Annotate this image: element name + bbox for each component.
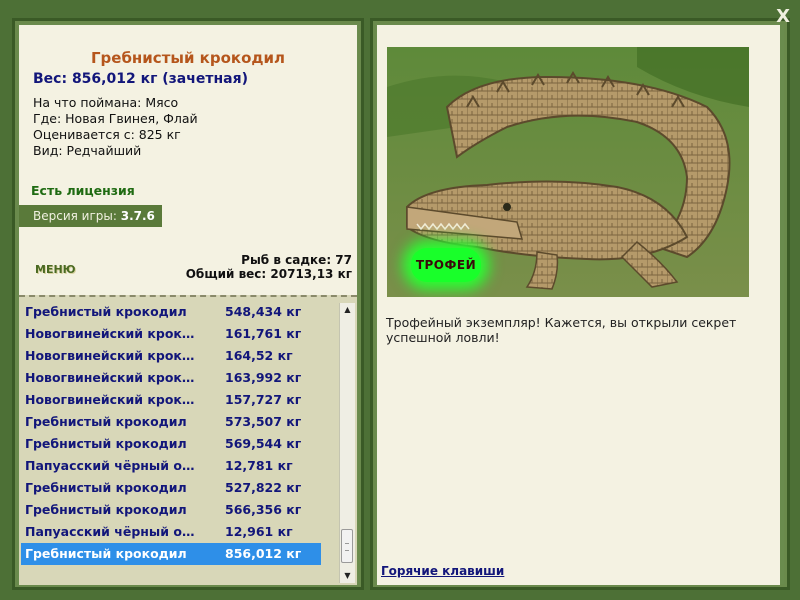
catch-list-item[interactable]: Гребнистый крокодил 569,544 кг [21,433,321,455]
fish-rarity: Вид: Редчайший [33,143,142,158]
keep-net-count: Рыб в садке: 77 [241,253,352,267]
catch-list-item[interactable]: Папуасский чёрный окунь 12,781 кг [21,455,321,477]
catch-list-item[interactable]: Гребнистый крокодил 527,822 кг [21,477,321,499]
catch-list-item[interactable]: Гребнистый крокодил 573,507 кг [21,411,321,433]
catch-item-weight: 548,434 кг [225,304,302,319]
catch-list-item[interactable]: Гребнистый крокодил 856,012 кг [21,543,321,565]
menu-button[interactable]: МЕНЮ [35,263,76,276]
catch-item-weight: 569,544 кг [225,436,302,451]
catch-item-name: Гребнистый крокодил [25,502,187,517]
game-version-value: 3.7.6 [120,209,155,223]
scroll-up-icon[interactable]: ▲ [340,303,355,317]
catch-item-name: Новогвинейский крокодил [25,392,197,407]
catch-item-weight: 573,507 кг [225,414,302,429]
catch-list-item[interactable]: Новогвинейский крокодил 164,52 кг [21,345,321,367]
catch-item-name: Гребнистый крокодил [25,480,187,495]
catch-item-weight: 12,781 кг [225,458,293,473]
fish-bait: На что поймана: Мясо [33,95,179,110]
catch-list-item[interactable]: Новогвинейский крокодил 163,992 кг [21,367,321,389]
catch-item-weight: 856,012 кг [225,546,302,561]
catch-item-name: Гребнистый крокодил [25,414,187,429]
keep-net-total-weight: Общий вес: 20713,13 кг [185,267,352,281]
catch-item-weight: 164,52 кг [225,348,293,363]
catch-item-name: Гребнистый крокодил [25,546,187,561]
trophy-panel: ТРОФЕЙ Трофейный экземпляр! Кажется, вы … [377,25,780,585]
fish-weight: Вес: 856,012 кг (зачетная) [33,71,248,87]
catch-item-name: Новогвинейский крокодил [25,348,197,363]
catch-item-name: Новогвинейский крокодил [25,370,197,385]
game-version: Версия игры: 3.7.6 [19,205,162,227]
catch-item-name: Гребнистый крокодил [25,436,187,451]
close-button[interactable]: X [776,6,790,27]
catch-item-weight: 163,992 кг [225,370,302,385]
catch-item-weight: 161,761 кг [225,326,302,341]
catch-list-item[interactable]: Новогвинейский крокодил 161,761 кг [21,323,321,345]
catch-list-item[interactable]: Гребнистый крокодил 548,434 кг [21,301,321,323]
scroll-down-icon[interactable]: ▼ [340,569,355,583]
trophy-badge: ТРОФЕЙ [411,248,481,282]
catch-item-name: Папуасский чёрный окунь [25,458,197,473]
catch-item-weight: 527,822 кг [225,480,302,495]
fish-info-panel: Гребнистый крокодил Вес: 856,012 кг (зач… [19,25,357,295]
catch-item-name: Новогвинейский крокодил [25,326,197,341]
game-version-label: Версия игры: [33,209,117,223]
license-status: Есть лицензия [31,183,135,198]
catch-list-item[interactable]: Новогвинейский крокодил 157,727 кг [21,389,321,411]
catch-item-weight: 12,961 кг [225,524,293,539]
fish-location: Где: Новая Гвинея, Флай [33,111,198,126]
catch-item-name: Папуасский чёрный окунь [25,524,197,539]
crocodile-photo: ТРОФЕЙ [387,47,749,297]
catch-item-weight: 566,356 кг [225,502,302,517]
catch-item-weight: 157,727 кг [225,392,302,407]
catch-list-panel: Гребнистый крокодил 548,434 кг Новогвинейс… [19,295,357,585]
fish-evaluated-from: Оценивается с: 825 кг [33,127,181,142]
trophy-message: Трофейный экземпляр! Кажется, вы открыли… [386,315,737,345]
catch-list-item[interactable]: Гребнистый крокодил 566,356 кг [21,499,321,521]
catch-list-item[interactable]: Папуасский чёрный окунь 12,961 кг [21,521,321,543]
catch-item-name: Гребнистый крокодил [25,304,187,319]
fish-name: Гребнистый крокодил [90,49,286,67]
catch-list-scrollbar[interactable]: ▲ ▼ [339,303,355,583]
hotkeys-link[interactable]: Горячие клавиши [381,564,504,578]
scrollbar-thumb[interactable] [341,529,353,563]
